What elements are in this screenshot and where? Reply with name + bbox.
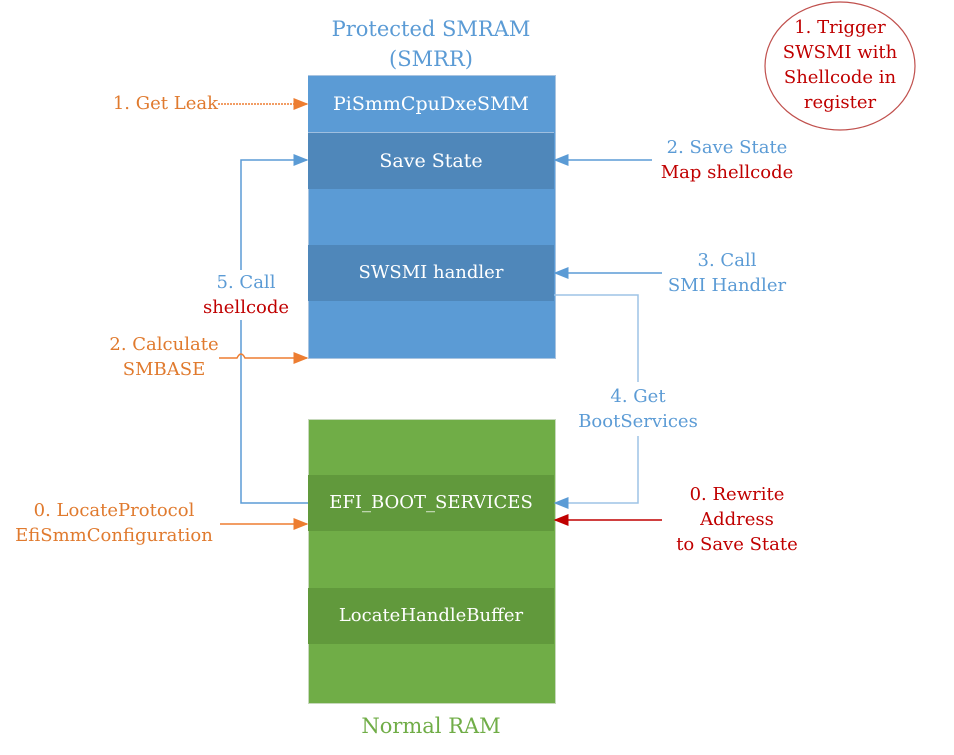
arrow-calculate-smbase — [219, 352, 309, 364]
label-call-shellcode: 5. Call shellcode — [196, 270, 296, 320]
label-rewrite-line1: 0. Rewrite — [689, 484, 785, 505]
label-save-state: 2. Save State Map shellcode — [652, 135, 802, 185]
label-get-boot-line1: 4. Get — [610, 386, 666, 407]
trigger-line: SWSMI with — [782, 42, 898, 63]
label-rewrite-line2: Address — [700, 509, 774, 530]
label-get-boot-line2: BootServices — [578, 411, 698, 432]
label-rewrite-address: 0. Rewrite Address to Save State — [662, 482, 812, 557]
trigger-line: register — [803, 92, 877, 113]
label-call-smi-line1: 3. Call — [697, 250, 757, 271]
trigger-line: 1. Trigger — [794, 17, 886, 38]
label-rewrite-line3: to Save State — [676, 534, 798, 555]
trigger-swsmi-note: 1. Trigger SWSMI with Shellcode in regis… — [765, 15, 915, 115]
label-call-shellcode-line2: shellcode — [202, 297, 290, 318]
label-calculate-line1: 2. Calculate — [109, 334, 219, 355]
label-locate-line1: 0. LocateProtocol — [33, 500, 195, 521]
arrow-get-bootservices-lower — [553, 436, 639, 509]
label-save-state-line2: Map shellcode — [660, 162, 794, 183]
label-locateprotocol: 0. LocateProtocol EfiSmmConfiguration — [5, 498, 223, 548]
label-call-smi-line2: SMI Handler — [667, 275, 787, 296]
label-save-state-line1: 2. Save State — [666, 137, 788, 158]
label-call-smi-handler: 3. Call SMI Handler — [652, 248, 802, 298]
label-calculate-line2: SMBASE — [122, 359, 206, 380]
label-get-leak: 1. Get Leak — [112, 93, 218, 114]
label-calculate-smbase: 2. Calculate SMBASE — [100, 332, 228, 382]
label-locate-line2: EfiSmmConfiguration — [15, 525, 213, 546]
arrow-get-bootservices — [554, 294, 639, 382]
label-get-bootservices: 4. Get BootServices — [573, 384, 703, 434]
label-call-shellcode-line1: 5. Call — [216, 272, 276, 293]
arrow-call-shellcode — [240, 154, 309, 504]
trigger-line: Shellcode in — [783, 67, 897, 88]
